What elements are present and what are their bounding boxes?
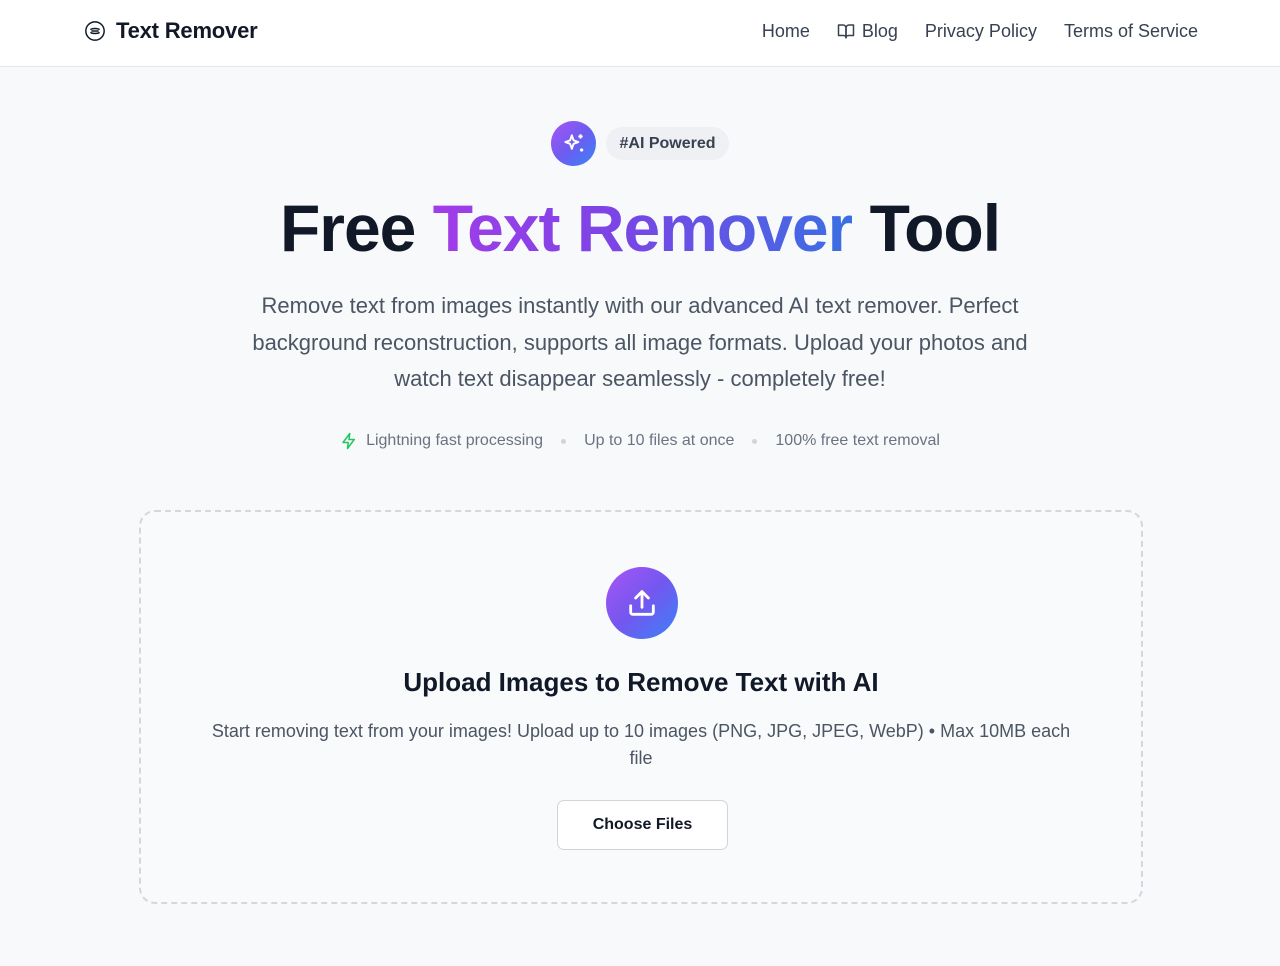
title-highlight: Text Remover xyxy=(432,191,854,265)
sparkle-badge xyxy=(551,121,597,166)
brand-name: Text Remover xyxy=(116,18,258,43)
title-start: Free xyxy=(279,191,433,265)
nav-blog[interactable]: Blog xyxy=(837,18,898,44)
upload-icon xyxy=(629,590,655,616)
logo-icon xyxy=(85,21,105,41)
hero-description: Remove text from images instantly with o… xyxy=(252,293,1028,391)
page-title: Free Text Remover Tool xyxy=(0,190,1280,266)
nav-home-label: Home xyxy=(761,20,810,41)
feature-files: Up to 10 files at once xyxy=(584,432,735,449)
feature-fast: Lightning fast processing xyxy=(366,432,544,449)
feature-item: 100% free text removal xyxy=(775,432,940,450)
nav-terms-of-service[interactable]: Terms of Service xyxy=(1064,18,1198,44)
title-end: Tool xyxy=(852,191,1001,265)
main-nav: Home Blog Privacy Policy Terms of Servic… xyxy=(762,18,1198,44)
book-icon xyxy=(837,24,855,39)
feature-item: Lightning fast processing xyxy=(340,432,543,450)
nav-blog-label: Blog xyxy=(861,20,898,41)
lightning-icon xyxy=(342,432,356,450)
site-header: Text Remover Home Blog Privacy Policy Te… xyxy=(0,0,1280,67)
ai-badge-row: #AI Powered xyxy=(0,121,1280,166)
upload-badge xyxy=(606,567,678,639)
nav-privacy-label: Privacy Policy xyxy=(924,20,1037,41)
feature-free: 100% free text removal xyxy=(775,432,940,449)
brand-link[interactable]: Text Remover xyxy=(84,17,258,45)
ai-powered-badge: #AI Powered xyxy=(606,127,729,160)
nav-privacy-policy[interactable]: Privacy Policy xyxy=(925,18,1037,44)
separator-dot xyxy=(752,438,758,444)
upload-description: Start removing text from your images! Up… xyxy=(211,721,1071,768)
feature-item: Up to 10 files at once xyxy=(584,432,734,450)
feature-list: Lightning fast processing Up to 10 files… xyxy=(0,432,1280,450)
nav-home[interactable]: Home xyxy=(762,18,810,44)
choose-files-button[interactable]: Choose Files xyxy=(557,800,728,850)
upload-dropzone[interactable]: Upload Images to Remove Text with AI Sta… xyxy=(139,510,1143,904)
upload-title: Upload Images to Remove Text with AI xyxy=(403,667,879,697)
separator-dot xyxy=(561,438,567,444)
sparkle-icon xyxy=(564,133,584,152)
nav-terms-label: Terms of Service xyxy=(1063,20,1198,41)
